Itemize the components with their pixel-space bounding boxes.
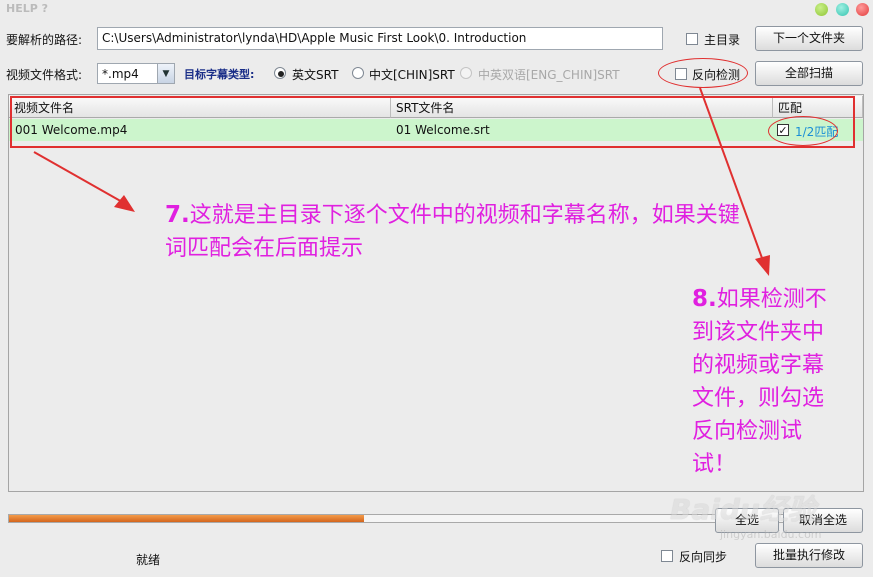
annotation-8-line: 如果检测不 bbox=[716, 287, 827, 312]
annotation-7-number: 7. bbox=[165, 202, 190, 228]
annotation-8-line: 试！ bbox=[692, 452, 737, 477]
annotation-8: 8.如果检测不 到该文件夹中 的视频或字幕 文件，则勾选 反向检测试 试！ bbox=[692, 283, 862, 481]
annotation-8-line: 的视频或字幕 bbox=[692, 353, 825, 378]
annotation-7-line1: 这就是主目录下逐个文件中的视频和字幕名称，如果关键 bbox=[189, 203, 740, 228]
annotation-8-line: 反向检测试 bbox=[692, 419, 803, 444]
progress-fill bbox=[9, 515, 365, 522]
baidu-watermark: Baidu经验 jingyan.baidu.com bbox=[670, 488, 870, 558]
arrow-head-left bbox=[114, 195, 135, 212]
watermark-url: jingyan.baidu.com bbox=[720, 528, 822, 541]
annotation-7-line2: 词匹配会在后面提示 bbox=[165, 236, 364, 261]
annotation-7: 7.这就是主目录下逐个文件中的视频和字幕名称，如果关键 词匹配会在后面提示 bbox=[165, 199, 865, 265]
annotation-8-line: 文件，则勾选 bbox=[692, 386, 825, 411]
annotation-8-line: 到该文件夹中 bbox=[692, 320, 825, 345]
annotation-8-number: 8. bbox=[692, 286, 717, 312]
arrow-to-table bbox=[33, 151, 125, 204]
status-text: 就绪 bbox=[136, 553, 161, 567]
watermark-brand: Baidu经验 bbox=[670, 493, 816, 526]
